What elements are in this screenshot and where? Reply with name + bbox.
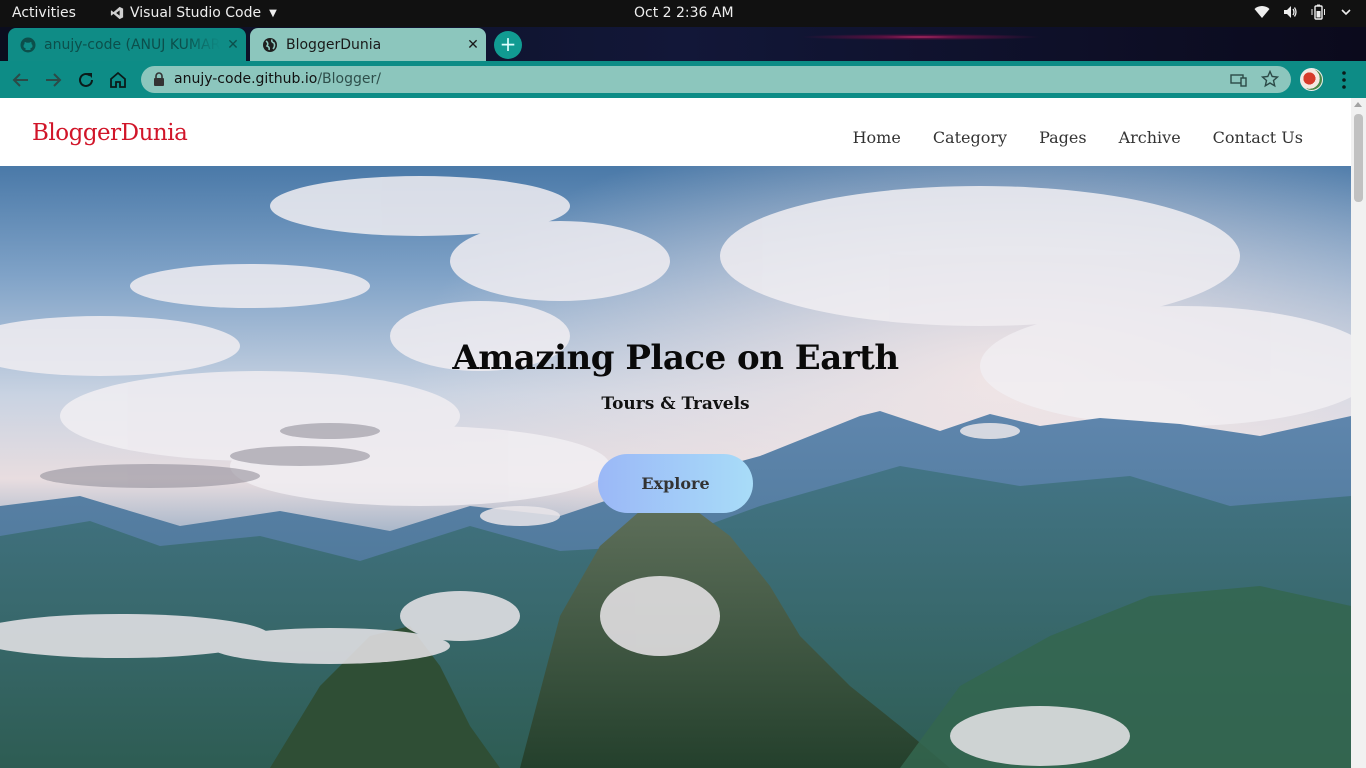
wifi-icon: [1254, 6, 1270, 18]
tab-bloggerdunia[interactable]: BloggerDunia ✕: [250, 28, 486, 61]
profile-avatar[interactable]: [1300, 68, 1323, 91]
system-top-bar: Activities Visual Studio Code ▼ Oct 2 2:…: [0, 0, 1366, 27]
system-tray[interactable]: [1254, 4, 1354, 20]
address-bar[interactable]: anujy-code.github.io/Blogger/: [141, 66, 1291, 93]
back-button[interactable]: [10, 69, 32, 91]
app-name: Visual Studio Code: [130, 5, 262, 21]
activities-button[interactable]: Activities: [12, 5, 76, 21]
chevron-down-icon: ▼: [269, 7, 277, 19]
power-menu-icon: [1341, 9, 1351, 16]
github-icon: [20, 37, 36, 52]
browser-toolbar: anujy-code.github.io/Blogger/: [0, 61, 1366, 98]
tab-strip: anujy-code (ANUJ KUMAR ✕ BloggerDunia ✕ …: [0, 27, 1366, 61]
nav-pages[interactable]: Pages: [1039, 128, 1087, 147]
url-path: /Blogger/: [317, 71, 381, 87]
nav-category[interactable]: Category: [933, 128, 1007, 147]
home-icon: [110, 71, 126, 88]
tab-title: BloggerDunia: [286, 36, 382, 53]
page-scrollbar[interactable]: [1351, 98, 1366, 768]
install-app-icon[interactable]: [1229, 71, 1247, 89]
close-icon[interactable]: ✕: [460, 37, 486, 53]
hero-subtitle: Tours & Travels: [601, 394, 750, 414]
nav-contact-us[interactable]: Contact Us: [1213, 128, 1303, 147]
site-header: BloggerDunia Home Category Pages Archive…: [0, 98, 1351, 166]
close-icon[interactable]: ✕: [220, 37, 246, 53]
nav-home[interactable]: Home: [853, 128, 901, 147]
forward-button[interactable]: [42, 69, 64, 91]
explore-button[interactable]: Explore: [598, 454, 753, 513]
reload-button[interactable]: [75, 69, 97, 91]
tab-title: anujy-code (ANUJ KUMAR: [44, 36, 220, 53]
volume-icon: [1284, 6, 1297, 18]
hero-title: Amazing Place on Earth: [452, 338, 899, 378]
main-nav: Home Category Pages Archive Contact Us: [853, 128, 1303, 147]
lock-icon: [154, 72, 164, 86]
reload-icon: [79, 72, 93, 87]
bookmark-star-icon[interactable]: [1261, 70, 1279, 88]
page-viewport: BloggerDunia Home Category Pages Archive…: [0, 98, 1366, 768]
clock[interactable]: Oct 2 2:36 AM: [634, 5, 734, 21]
battery-icon: [1311, 4, 1325, 20]
home-button[interactable]: [107, 69, 129, 91]
vscode-icon: [110, 6, 124, 20]
nav-archive[interactable]: Archive: [1119, 128, 1181, 147]
scroll-up-arrow-icon[interactable]: [1354, 102, 1362, 107]
back-arrow-icon: [12, 73, 28, 87]
new-tab-button[interactable]: +: [494, 31, 522, 59]
scrollbar-thumb[interactable]: [1354, 114, 1363, 202]
hero-section: Amazing Place on Earth Tours & Travels E…: [0, 166, 1351, 768]
url-text: anujy-code.github.io/Blogger/: [174, 71, 381, 87]
url-host: anujy-code.github.io: [174, 71, 318, 87]
tab-github[interactable]: anujy-code (ANUJ KUMAR ✕: [8, 28, 246, 61]
app-menu[interactable]: Visual Studio Code ▼: [110, 5, 277, 21]
site-logo[interactable]: BloggerDunia: [32, 120, 188, 146]
globe-icon: [263, 37, 277, 52]
more-menu-icon[interactable]: [1337, 69, 1351, 91]
forward-arrow-icon: [46, 73, 62, 87]
